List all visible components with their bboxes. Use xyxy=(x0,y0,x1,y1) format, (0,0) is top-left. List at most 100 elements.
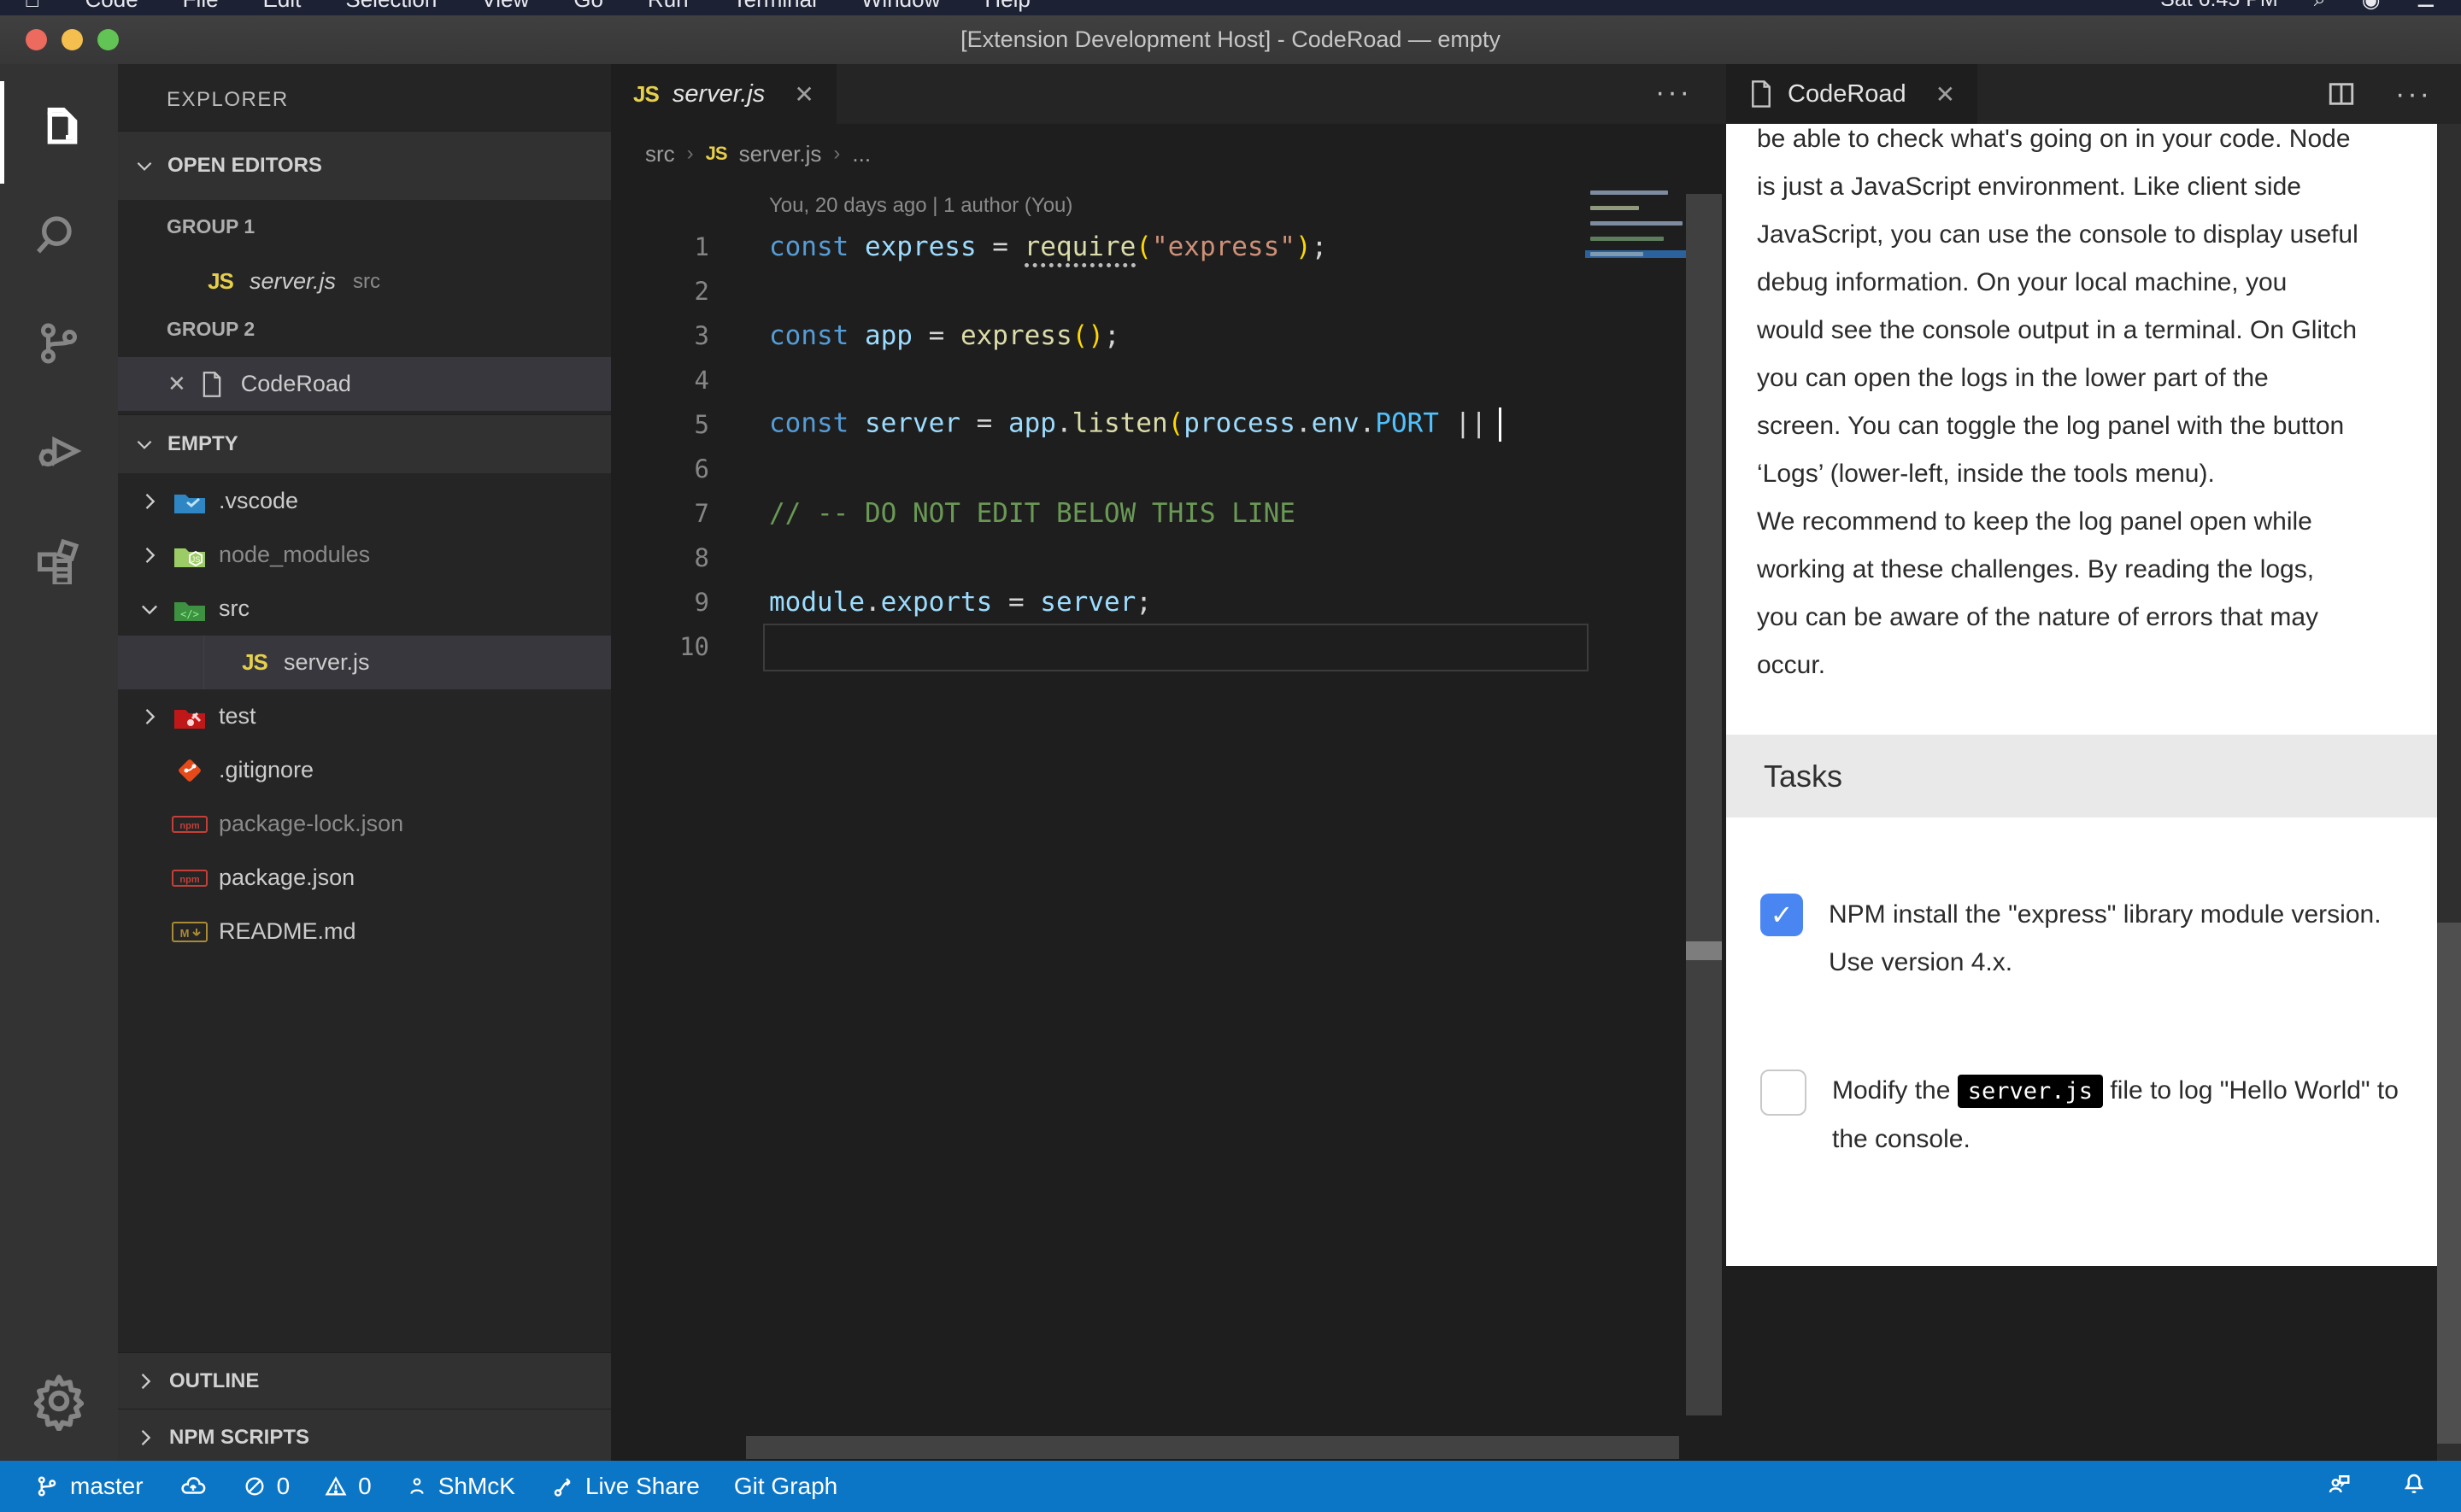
tree-item-serverjs[interactable]: JSserver.js xyxy=(118,636,611,689)
tree-item-label: README.md xyxy=(219,918,356,945)
menu-item-go[interactable]: Go xyxy=(573,0,603,13)
status-label: master xyxy=(70,1473,144,1500)
breadcrumb-item[interactable]: src xyxy=(645,141,675,167)
siri-icon[interactable]: ◉ xyxy=(2362,0,2381,13)
breadcrumb[interactable]: src›JSserver.js›... xyxy=(645,134,871,173)
tree-item-src[interactable]: </>src xyxy=(118,582,611,636)
section-npm-scripts[interactable]: NPM SCRIPTS xyxy=(118,1409,611,1461)
open-editor-item-coderoad[interactable]: ✕CodeRoad xyxy=(118,357,611,411)
apple-logo-icon[interactable]:  xyxy=(24,0,41,13)
file-icon-holder: JS xyxy=(236,648,273,678)
status-git-graph[interactable]: Git Graph xyxy=(734,1473,837,1500)
spotlight-icon[interactable]: ⌕ xyxy=(2314,0,2326,13)
horizontal-scrollbar[interactable] xyxy=(746,1436,1679,1459)
status-0[interactable]: 0 xyxy=(243,1473,291,1500)
menu-item-run[interactable]: Run xyxy=(648,0,689,13)
activity-search-button[interactable] xyxy=(0,180,118,291)
feedback-icon xyxy=(2324,1471,2353,1497)
menu-item-view[interactable]: View xyxy=(481,0,529,13)
code-line-5[interactable]: 5const server = app.listen(process.env.P… xyxy=(611,402,1585,447)
close-editor-icon[interactable]: ✕ xyxy=(167,371,186,397)
code-line-7[interactable]: 7// -- DO NOT EDIT BELOW THIS LINE xyxy=(611,491,1585,536)
breadcrumb-separator-icon: › xyxy=(687,142,694,166)
code-line-8[interactable]: 8 xyxy=(611,536,1585,580)
code-line-9[interactable]: 9module.exports = server; xyxy=(611,580,1585,624)
svg-text:M: M xyxy=(180,927,190,940)
tree-item-gitignore[interactable]: .gitignore xyxy=(118,743,611,797)
menu-item-code[interactable]: Code xyxy=(85,0,138,13)
status-bell-button[interactable] xyxy=(2401,1471,2427,1503)
code-line-1[interactable]: 1const express = require("express"); xyxy=(611,225,1585,269)
menu-items:  Code File Edit Selection View Go Run Terminal… xyxy=(24,0,1031,13)
line-number: 4 xyxy=(611,366,709,395)
split-editor-icon[interactable] xyxy=(2327,79,2356,108)
task-item: ✓NPM install the "express" library modul… xyxy=(1760,891,2410,987)
activity-extensions-button[interactable] xyxy=(0,503,118,614)
svg-text:</>: </> xyxy=(180,608,199,620)
menu-item-terminal[interactable]: Terminal xyxy=(733,0,817,13)
code-line-2[interactable]: 2 xyxy=(611,269,1585,314)
section-outline[interactable]: OUTLINE xyxy=(118,1352,611,1409)
menu-item-window[interactable]: Window xyxy=(861,0,940,13)
tree-item-vscode[interactable]: .vscode xyxy=(118,474,611,528)
menu-item-help[interactable]: Help xyxy=(984,0,1030,13)
project-section-header[interactable]: EMPTY xyxy=(118,414,611,473)
breadcrumb-item[interactable]: ... xyxy=(852,141,871,167)
lesson-text-line: working at these challenges. By reading … xyxy=(1757,546,2415,594)
panel-more-actions-button[interactable]: ··· xyxy=(2395,78,2432,111)
minimap-line xyxy=(1590,252,1643,256)
status-feedback-button[interactable] xyxy=(2324,1471,2353,1503)
menu-item-selection[interactable]: Selection xyxy=(345,0,437,13)
control-center-icon[interactable]: ☰ xyxy=(2417,0,2435,13)
tab-label: server.js xyxy=(673,80,766,108)
lesson-text-line: ‘Logs’ (lower-left, inside the tools men… xyxy=(1757,450,2415,498)
webview-scrollbar-handle[interactable] xyxy=(2437,923,2461,1444)
open-editor-item-server.js[interactable]: JSserver.jssrc xyxy=(118,255,611,308)
status-live-share[interactable]: Live Share xyxy=(549,1473,700,1500)
chevron-down-icon xyxy=(133,155,156,177)
webview-scrollbar[interactable] xyxy=(2437,124,2461,1512)
code-line-4[interactable]: 4 xyxy=(611,358,1585,402)
chevron-right-icon xyxy=(135,543,164,567)
close-tab-icon[interactable]: ✕ xyxy=(1935,80,1955,108)
close-tab-icon[interactable]: ✕ xyxy=(794,80,813,108)
tree-item-test[interactable]: test xyxy=(118,689,611,743)
tab-coderoad[interactable]: CodeRoad ✕ xyxy=(1726,64,1977,124)
vertical-scrollbar[interactable] xyxy=(1686,194,1722,1415)
status-cloud-up[interactable] xyxy=(178,1474,209,1499)
vscode-folder-icon xyxy=(173,488,207,515)
editor-more-actions-button[interactable]: ··· xyxy=(1655,76,1692,109)
activity-source-control-button[interactable] xyxy=(0,288,118,399)
activity-run-debug-button[interactable] xyxy=(0,396,118,507)
open-editors-header[interactable]: OPEN EDITORS xyxy=(118,131,611,200)
settings-gear-button[interactable] xyxy=(0,1345,118,1456)
code-line-3[interactable]: 3const app = express(); xyxy=(611,314,1585,358)
tree-item-node_modules[interactable]: JSnode_modules xyxy=(118,528,611,582)
tree-item-label: .gitignore xyxy=(219,757,314,783)
files-icon xyxy=(32,101,86,155)
gitignore-icon xyxy=(175,756,204,785)
minimap-line xyxy=(1590,221,1683,226)
lesson-text: be able to check what's going on in your… xyxy=(1757,124,2415,689)
status-master[interactable]: master xyxy=(34,1473,144,1500)
minimap[interactable] xyxy=(1585,190,1686,361)
tree-item-package-lockjson[interactable]: npmpackage-lock.json xyxy=(118,797,611,851)
task-checkbox[interactable]: ✓ xyxy=(1760,894,1803,936)
task-item: Modify the server.js file to log "Hello … xyxy=(1760,1067,2410,1163)
tree-item-packagejson[interactable]: npmpackage.json xyxy=(118,851,611,905)
codelens-annotation[interactable]: You, 20 days ago | 1 author (You) xyxy=(769,194,1072,218)
code-line-6[interactable]: 6 xyxy=(611,447,1585,491)
search-icon xyxy=(32,208,86,263)
status-0[interactable]: 0 xyxy=(324,1473,372,1500)
file-icon-holder: npm xyxy=(171,863,209,894)
status-shmck[interactable]: ShMcK xyxy=(406,1473,515,1500)
chevron-down-icon xyxy=(135,597,164,621)
menu-item-file[interactable]: File xyxy=(183,0,219,13)
breadcrumb-item[interactable]: server.js xyxy=(739,141,822,167)
tab-server-js[interactable]: JS server.js ✕ xyxy=(611,64,837,124)
tree-item-READMEmd[interactable]: M README.md xyxy=(118,905,611,958)
menu-item-edit[interactable]: Edit xyxy=(263,0,302,13)
activity-files-button[interactable] xyxy=(0,73,118,184)
project-section-label: EMPTY xyxy=(167,432,238,456)
task-checkbox[interactable] xyxy=(1760,1070,1806,1116)
